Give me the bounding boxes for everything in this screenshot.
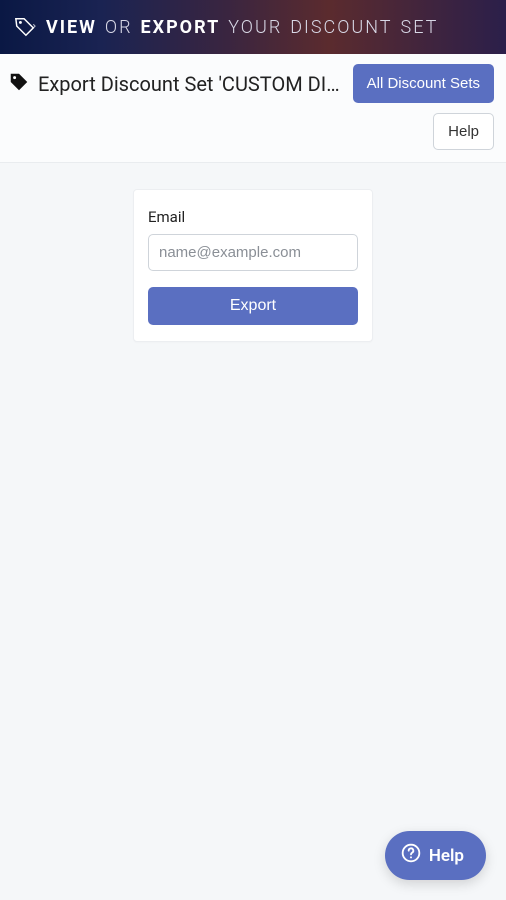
main-area: Email Export bbox=[0, 163, 506, 342]
help-widget-button[interactable]: Help bbox=[385, 831, 486, 880]
export-form-card: Email Export bbox=[133, 189, 373, 342]
help-widget-label: Help bbox=[429, 846, 464, 866]
tag-logo-icon bbox=[14, 16, 36, 38]
export-button[interactable]: Export bbox=[148, 287, 358, 325]
page-title: Export Discount Set 'CUSTOM DISCOUNT' bbox=[38, 72, 345, 96]
banner-title: VIEW OR EXPORT YOUR DISCOUNT SET bbox=[46, 17, 438, 38]
title-wrap: Export Discount Set 'CUSTOM DISCOUNT' bbox=[8, 71, 345, 97]
tag-icon bbox=[8, 71, 30, 97]
help-button[interactable]: Help bbox=[433, 113, 494, 150]
help-row: Help bbox=[0, 103, 506, 163]
page-header: Export Discount Set 'CUSTOM DISCOUNT' Al… bbox=[0, 54, 506, 103]
app-banner: VIEW OR EXPORT YOUR DISCOUNT SET bbox=[0, 0, 506, 54]
all-discount-sets-button[interactable]: All Discount Sets bbox=[353, 64, 494, 103]
help-circle-icon bbox=[401, 843, 421, 868]
email-label: Email bbox=[148, 208, 358, 226]
email-field[interactable] bbox=[148, 234, 358, 271]
